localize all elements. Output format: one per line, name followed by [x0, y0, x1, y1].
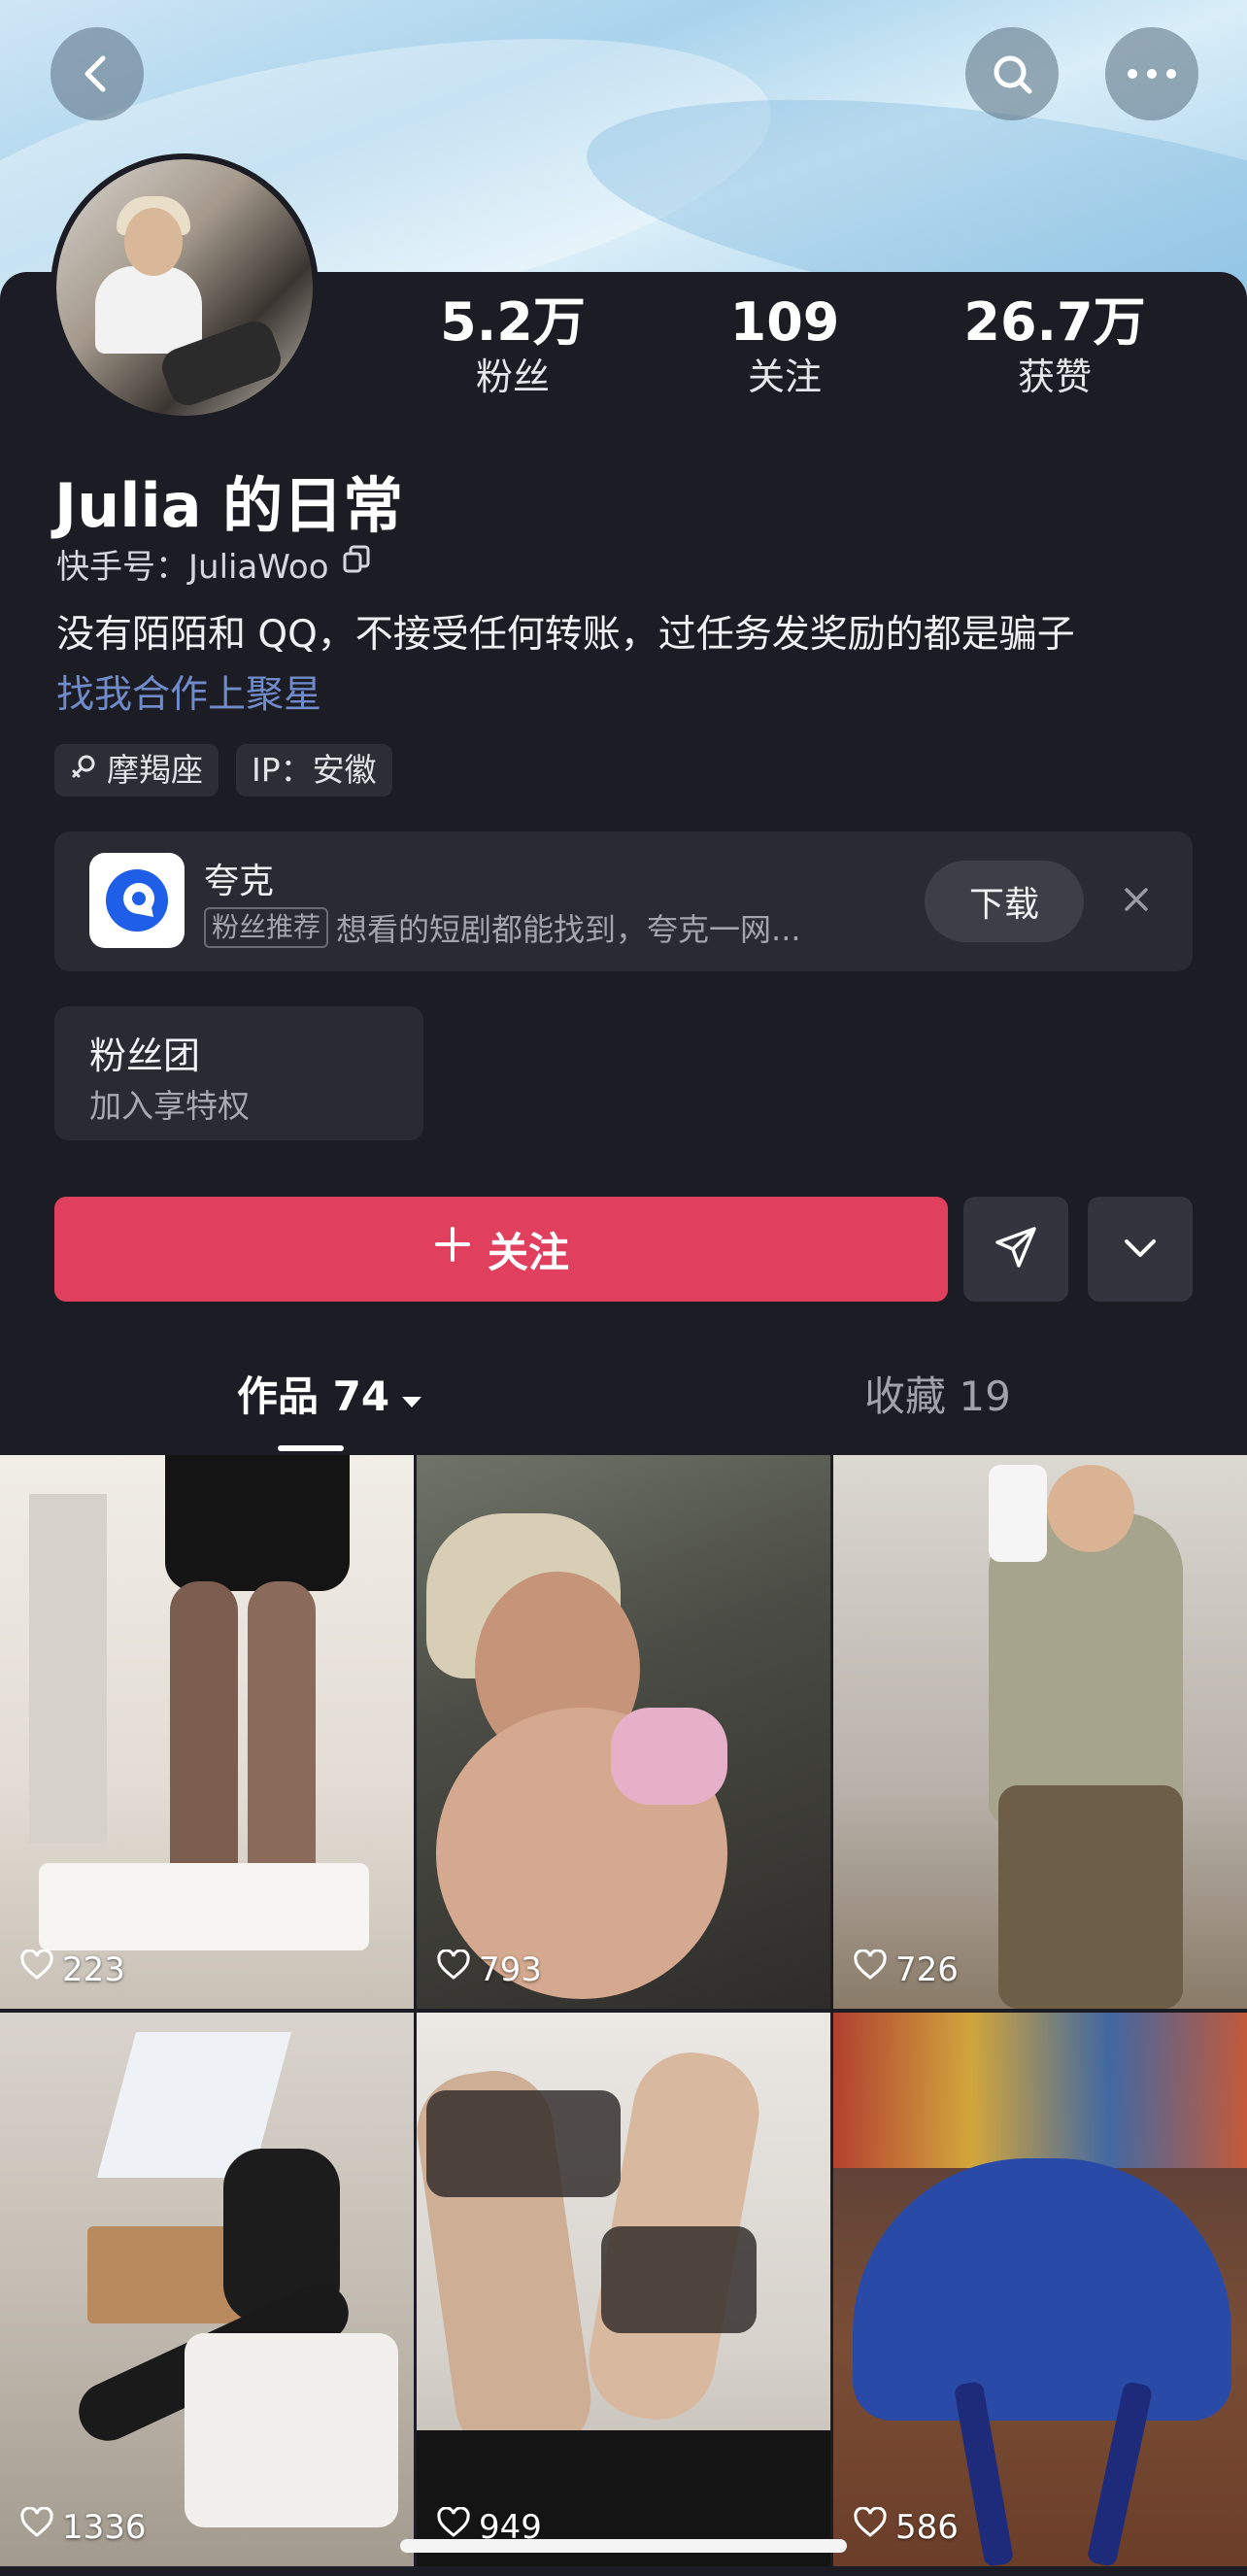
kuaishou-id-text: 快手号：JuliaWoo: [56, 548, 329, 587]
back-button[interactable]: [51, 27, 144, 120]
tag-zodiac[interactable]: 摩羯座: [54, 744, 219, 797]
home-indicator[interactable]: [400, 2539, 847, 2553]
ad-title: 夸克: [204, 862, 275, 901]
heart-icon: [436, 1949, 471, 1989]
close-ad-button[interactable]: [1113, 878, 1160, 925]
post-thumbnail[interactable]: 586: [833, 2013, 1247, 2566]
post-likes: 1336: [19, 2506, 147, 2547]
tab-works[interactable]: 作品 74: [237, 1360, 424, 1434]
follow-button[interactable]: 关注: [54, 1197, 948, 1302]
post-thumbnail[interactable]: 223: [0, 1455, 414, 2009]
ad-description: 想看的短剧都能找到，夸克一网...: [336, 911, 801, 948]
tab-label: 作品 74: [237, 1373, 390, 1420]
chevron-left-icon: [76, 52, 118, 95]
plus-icon: [433, 1225, 472, 1273]
heart-icon: [19, 2506, 54, 2547]
stat-label: 获赞: [1017, 356, 1092, 398]
post-likes-count: 793: [479, 1949, 542, 1989]
download-button[interactable]: 下载: [925, 861, 1084, 942]
stat-likes[interactable]: 26.7万 获赞: [948, 291, 1162, 400]
tag-label: 摩羯座: [107, 751, 203, 789]
tab-indicator: [278, 1445, 344, 1451]
expand-button[interactable]: [1088, 1197, 1193, 1302]
ad-banner[interactable]: 夸克 粉丝推荐 想看的短剧都能找到，夸克一网... 下载: [54, 831, 1193, 971]
ad-badge: 粉丝推荐: [204, 907, 329, 948]
profile-tags: 摩羯座 IP：安徽: [54, 744, 392, 797]
stat-fans[interactable]: 5.2万 粉丝: [406, 291, 620, 400]
message-button[interactable]: [963, 1197, 1068, 1302]
stat-following[interactable]: 109 关注: [678, 291, 892, 400]
post-likes-count: 223: [62, 1949, 125, 1989]
heart-icon: [853, 2506, 888, 2547]
more-horizontal-icon: [1126, 67, 1178, 81]
post-likes: 793: [436, 1949, 542, 1989]
more-button[interactable]: [1105, 27, 1198, 120]
fan-club-card[interactable]: 粉丝团 加入享特权: [54, 1006, 423, 1140]
tab-label: 收藏 19: [864, 1373, 1011, 1420]
stat-label: 关注: [747, 356, 822, 398]
post-thumbnail[interactable]: 726: [833, 1455, 1247, 2009]
follow-label: 关注: [487, 1228, 569, 1276]
send-icon: [992, 1223, 1040, 1275]
bio-link[interactable]: 找我合作上聚星: [56, 664, 321, 719]
stat-label: 粉丝: [475, 356, 550, 398]
post-thumbnail[interactable]: 949: [417, 2013, 830, 2566]
ad-subtitle: 粉丝推荐 想看的短剧都能找到，夸克一网...: [204, 905, 942, 950]
caret-down-icon: [399, 1360, 424, 1434]
heart-icon: [19, 1949, 54, 1989]
post-likes: 726: [853, 1949, 959, 1989]
bio-text: 没有陌陌和 QQ，不接受任何转账，过任务发奖励的都是骗子: [56, 613, 1075, 657]
kuaishou-id: 快手号：JuliaWoo: [56, 540, 372, 588]
avatar[interactable]: [51, 153, 319, 422]
post-likes: 586: [853, 2506, 959, 2547]
search-icon: [989, 51, 1035, 97]
fan-club-subtitle: 加入享特权: [89, 1087, 250, 1125]
post-likes-count: 586: [895, 2507, 959, 2547]
quark-logo-icon: [89, 853, 185, 948]
post-likes-count: 726: [895, 1949, 959, 1989]
close-icon: [1123, 886, 1150, 917]
stat-value: 26.7万: [963, 291, 1146, 353]
post-thumbnail[interactable]: 793: [417, 1455, 830, 2009]
post-likes-count: 1336: [62, 2507, 147, 2547]
stat-value: 5.2万: [440, 291, 586, 353]
zodiac-icon: [70, 744, 99, 797]
heart-icon: [853, 1949, 888, 1989]
fan-club-title: 粉丝团: [89, 1034, 201, 1077]
post-thumbnail[interactable]: 1336: [0, 2013, 414, 2566]
tab-favorites[interactable]: 收藏 19: [864, 1360, 1011, 1434]
stat-value: 109: [729, 291, 840, 353]
profile-name: Julia 的日常: [54, 470, 404, 541]
search-button[interactable]: [965, 27, 1059, 120]
copy-icon[interactable]: [341, 544, 372, 584]
tag-ip: IP：安徽: [236, 744, 392, 797]
chevron-down-icon: [1119, 1226, 1162, 1272]
post-likes: 223: [19, 1949, 125, 1989]
content-tabs: 作品 74 收藏 19: [0, 1360, 1247, 1453]
tag-label: IP：安徽: [252, 751, 377, 789]
